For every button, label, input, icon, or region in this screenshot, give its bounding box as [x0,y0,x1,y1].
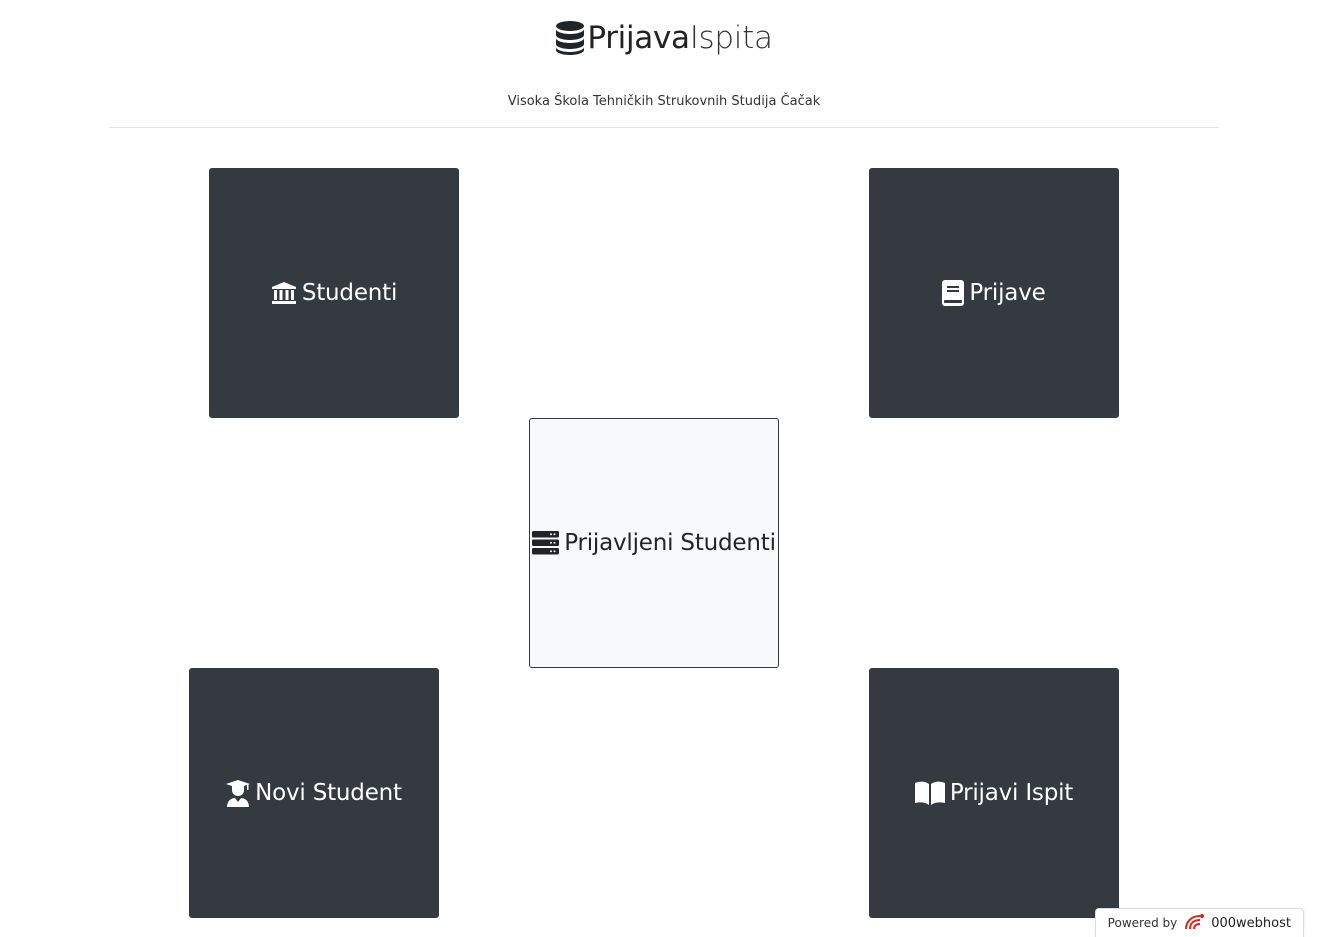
book-icon [942,280,965,306]
powered-by-badge[interactable]: Powered by 000webhost [1094,908,1304,937]
studenti-label: Studenti [301,280,398,306]
novi-student-label: Novi Student [255,780,402,806]
brand-light-text: Ispita [689,20,773,56]
database-icon [556,21,585,55]
brand-logo[interactable]: PrijavaIspita [0,18,1328,58]
prijave-tile[interactable]: Prijave [869,168,1119,418]
prijave-label: Prijave [969,280,1046,306]
header-divider [109,127,1219,128]
prijavljeni-studenti-tile[interactable]: Prijavljeni Studenti [529,418,779,668]
host-logo-icon [1183,913,1205,934]
page: PrijavaIspita Visoka Škola Tehničkih Str… [0,0,1328,937]
university-icon [271,281,297,305]
powered-by-text: Powered by [1107,916,1178,930]
school-subtitle: Visoka Škola Tehničkih Strukovnih Studij… [507,94,821,109]
book-open-icon [914,781,945,805]
brand-strong-text: Prijava [587,20,690,56]
prijavi-ispit-label: Prijavi Ispit [949,780,1074,806]
host-name: 000webhost [1211,915,1291,931]
studenti-tile[interactable]: Studenti [209,168,459,418]
brand-title: PrijavaIspita [587,18,773,58]
novi-student-tile[interactable]: Novi Student [189,668,439,918]
prijavljeni-studenti-label: Prijavljeni Studenti [564,530,776,556]
server-icon [532,531,560,555]
prijavi-ispit-tile[interactable]: Prijavi Ispit [869,668,1119,918]
user-graduate-icon [226,779,251,807]
